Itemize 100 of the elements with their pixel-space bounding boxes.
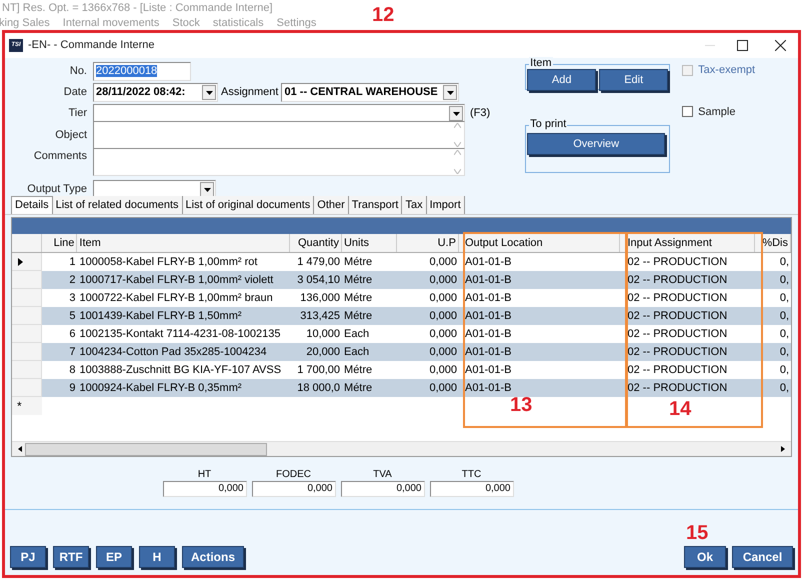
field-label: Assignment — [221, 85, 278, 100]
table-cell-text: 1000717-Kabel FLRY-B 1,00mm² violett — [78, 273, 274, 288]
table-cell-text: 20,000 — [305, 345, 342, 360]
table-cell-text: 18 000,0 — [296, 381, 342, 396]
dialog-button[interactable]: Ok — [684, 546, 726, 568]
total-field: 0,000 — [252, 481, 336, 497]
app-title: NT] Res. Opt. = 1366x768 - [Liste : Commande Interne] — [2, 1, 273, 16]
scrollbar-thumb[interactable] — [25, 442, 267, 456]
table-cell-text: 0, — [778, 345, 790, 360]
item-button[interactable]: Add — [527, 69, 596, 91]
callout-number: 13 — [510, 394, 532, 416]
table-cell-text: 9 — [68, 381, 76, 396]
table-cell-text: Métre — [343, 309, 374, 324]
column-header[interactable]: Input Assignment — [620, 234, 756, 252]
total-label: TVA — [373, 468, 392, 481]
column-header[interactable]: Quantity — [290, 234, 342, 252]
date-field[interactable]: 28/11/2022 08:42: — [93, 83, 218, 102]
field-label: Tier — [68, 106, 87, 122]
field-label: Output Type — [27, 182, 87, 198]
table-cell-text: 5 — [68, 309, 76, 324]
field-value: 28/11/2022 08:42: — [96, 86, 186, 98]
assignment-dropdown[interactable]: 01 -- CENTRAL WAREHOUSE — [281, 83, 460, 102]
callout-number: 14 — [669, 398, 692, 420]
table-cell-text: 0,000 — [428, 327, 458, 342]
action-button[interactable]: EP — [96, 546, 132, 568]
total-label: HT — [198, 468, 212, 481]
dialog-button[interactable]: Cancel — [732, 546, 793, 568]
shortcut-hint: (F3) — [470, 106, 490, 122]
column-header[interactable]: %Dis — [755, 234, 791, 252]
table-cell-text: 02 -- PRODUCTION — [626, 327, 728, 342]
table-cell-text: 7 — [68, 345, 76, 360]
table-cell-text: Métre — [343, 381, 374, 396]
table-cell-text: 1000058-Kabel FLRY-B 1,00mm² rot — [78, 255, 258, 270]
table-cell-text: A01-01-B — [464, 291, 512, 306]
comments-field[interactable] — [93, 148, 465, 176]
table-cell-text: A01-01-B — [464, 309, 512, 324]
table-cell-text: 0, — [778, 381, 790, 396]
table-row[interactable]: 9 1000924-Kabel FLRY-B 0,35mm² 18 000,0 Métre 0,000 A01-01-B 02 -- PRODUCTION 0, — [12, 379, 791, 397]
total-field: 0,000 — [162, 481, 246, 497]
table-cell-text: 1000924-Kabel FLRY-B 0,35mm² — [78, 381, 243, 396]
action-button[interactable]: RTF — [53, 546, 89, 568]
tab[interactable]: Tax — [402, 196, 427, 214]
maximize-icon[interactable] — [737, 40, 748, 51]
table-row[interactable]: 8 1003888-Zuschnitt BG KIA-YF-107 AVSS 1 700,00 Métre 0,000 A01-01-B 02 -- PRODUCTION 0, — [12, 361, 791, 379]
table-cell-text: 0,000 — [428, 291, 458, 306]
table-row[interactable]: 3 1000722-Kabel FLRY-B 1,00mm² braun 136,000 Métre 0,000 A01-01-B 02 -- PRODUCTION 0, — [12, 289, 791, 307]
tab[interactable]: List of original documents — [182, 196, 314, 214]
table-cell-text: 3 — [68, 291, 76, 306]
table-cell-text: Métre — [343, 363, 374, 378]
table-row[interactable]: 5 1001439-Kabel FLRY-B 1,50mm² 313,425 Métre 0,000 A01-01-B 02 -- PRODUCTION 0, — [12, 307, 791, 325]
tab[interactable]: List of related documents — [52, 196, 183, 214]
overview-button[interactable]: Overview — [527, 133, 666, 156]
new-row-marker: * — [17, 400, 22, 412]
table-cell-text: 02 -- PRODUCTION — [626, 345, 728, 360]
total-label: FODEC — [276, 468, 311, 481]
column-header[interactable]: Units — [342, 234, 396, 252]
table-cell-text: 02 -- PRODUCTION — [626, 273, 728, 288]
checkbox-label: Sample — [698, 104, 736, 120]
tab[interactable]: Transport — [348, 196, 402, 214]
tab[interactable]: Import — [426, 196, 465, 214]
action-button[interactable]: Actions — [182, 546, 244, 568]
close-icon[interactable] — [775, 40, 786, 51]
field-value: 2022000018 — [96, 65, 158, 77]
table-cell-text: A01-01-B — [464, 255, 512, 270]
callout-number: 12 — [372, 4, 394, 26]
column-header[interactable]: U.P — [396, 234, 459, 252]
tab[interactable]: Other — [314, 196, 349, 214]
table-cell-text: 8 — [68, 363, 76, 378]
table-cell-text: 1000722-Kabel FLRY-B 1,00mm² braun — [78, 291, 274, 306]
action-button[interactable]: PJ — [10, 546, 46, 568]
table-cell-text: 1001439-Kabel FLRY-B 1,50mm² — [78, 309, 243, 324]
table-cell-text: 3 054,10 — [296, 273, 342, 288]
table-row[interactable]: 6 1002135-Kontakt 7114-4231-08-1002135 10,000 Each 0,000 A01-01-B 02 -- PRODUCTION 0, — [12, 325, 791, 343]
table-cell-text: 0,000 — [428, 345, 458, 360]
table-cell-text: 1003888-Zuschnitt BG KIA-YF-107 AVSS — [78, 363, 282, 378]
table-cell-text: 1 — [68, 255, 76, 270]
table-cell-text: 02 -- PRODUCTION — [626, 381, 728, 396]
checkbox[interactable] — [682, 106, 694, 118]
column-header[interactable]: Item — [77, 234, 290, 252]
item-button[interactable]: Edit — [599, 69, 668, 91]
table-row[interactable]: 7 1004234-Cotton Pad 35x285-1004234 20,000 Each 0,000 A01-01-B 02 -- PRODUCTION 0, — [12, 343, 791, 361]
number-field[interactable]: 2022000018 — [93, 62, 191, 81]
table-cell-text: 0,000 — [428, 309, 458, 324]
table-cell-text: Métre — [343, 291, 374, 306]
column-header[interactable]: Output Location — [458, 234, 620, 252]
object-field[interactable] — [93, 121, 465, 149]
table-cell-text: A01-01-B — [464, 381, 512, 396]
total-field: 0,000 — [340, 481, 424, 497]
current-row-icon — [18, 258, 23, 266]
table-row[interactable]: 1 1000058-Kabel FLRY-B 1,00mm² rot 1 479,00 Métre 0,000 A01-01-B 02 -- PRODUCTION 0, — [12, 253, 791, 271]
column-header[interactable]: Line — [42, 234, 78, 252]
group-title: To print — [529, 118, 568, 130]
table-row[interactable]: 2 1000717-Kabel FLRY-B 1,00mm² violett 3 054,10 Métre 0,000 A01-01-B 02 -- PRODUCTION 0, — [12, 271, 791, 289]
table-cell-text: 1002135-Kontakt 7114-4231-08-1002135 — [78, 327, 282, 342]
action-button[interactable]: H — [139, 546, 175, 568]
tab[interactable]: Details — [11, 196, 53, 214]
table-cell-text: 10,000 — [305, 327, 342, 342]
table-cell-text: Each — [343, 327, 370, 342]
table-cell-text: Métre — [343, 273, 374, 288]
table-cell-text: 0, — [778, 327, 790, 342]
